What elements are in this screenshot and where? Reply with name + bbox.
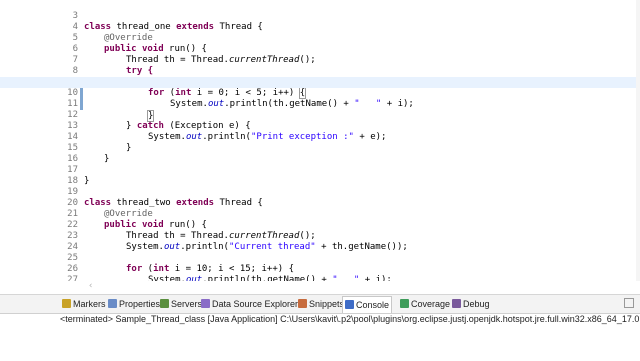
code-line[interactable]: 25 for (int i = 10; i < 15; i++) { xyxy=(0,242,640,274)
code-line[interactable]: 13 System.out.println("Print exception :… xyxy=(0,110,640,142)
view-tab-bar: Markers Properties Servers Data Source E… xyxy=(0,295,640,314)
current-line[interactable]: 10 } xyxy=(0,77,640,122)
code-line[interactable]: 19 class thread_two extends Thread { xyxy=(0,176,640,208)
code-line[interactable]: 26 System.out.println(th.getName() + " "… xyxy=(0,253,640,281)
code-editor[interactable]: 3 class thread_one extends Thread { 4 @O… xyxy=(0,0,640,281)
code-line[interactable]: 9 System.out.println(th.getName() + " " … xyxy=(0,66,640,109)
data-source-icon xyxy=(201,299,210,308)
properties-icon xyxy=(108,299,117,308)
tab-coverage[interactable]: Coverage xyxy=(398,297,452,311)
tab-debug[interactable]: Debug xyxy=(450,297,492,311)
code-line[interactable]: 20 @Override xyxy=(0,187,640,219)
code-line[interactable]: 23 System.out.println("Current thread" +… xyxy=(0,220,640,252)
code-line[interactable]: 7 try { xyxy=(0,44,640,76)
code-line[interactable]: 21 public void run() { xyxy=(0,198,640,230)
minimize-icon[interactable] xyxy=(624,298,634,308)
code-line[interactable]: 22 Thread th = Thread.currentThread(); xyxy=(0,209,640,241)
tab-properties[interactable]: Properties xyxy=(106,297,162,311)
coverage-icon xyxy=(400,299,409,308)
console-status-line: <terminated> Sample_Thread_class [Java A… xyxy=(60,314,640,324)
servers-icon xyxy=(160,299,169,308)
code-line[interactable]: 16 xyxy=(0,143,640,164)
code-line[interactable]: 6 Thread th = Thread.currentThread(); xyxy=(0,33,640,65)
code-line[interactable]: 4 @Override xyxy=(0,11,640,43)
code-line[interactable]: 17 } xyxy=(0,154,640,186)
code-line[interactable]: 27 } xyxy=(0,264,640,281)
tab-console[interactable]: Console xyxy=(342,296,393,313)
code-line[interactable]: 11 xyxy=(0,88,640,109)
line-number: 27 xyxy=(67,275,78,281)
code-line[interactable]: 3 class thread_one extends Thread { xyxy=(0,0,640,32)
markers-icon xyxy=(62,299,71,308)
tab-servers[interactable]: Servers xyxy=(158,297,204,311)
code-line[interactable]: 5 public void run() { xyxy=(0,22,640,54)
code-line[interactable]: 15 } xyxy=(0,132,640,164)
code-line[interactable]: 18 xyxy=(0,165,640,186)
tab-markers[interactable]: Markers xyxy=(60,297,108,311)
code-line[interactable]: 12 } catch (Exception e) { xyxy=(0,99,640,131)
editor-scrollbar[interactable] xyxy=(636,0,640,281)
snippets-icon xyxy=(298,299,307,308)
console-icon xyxy=(345,300,354,309)
code-line[interactable]: 14 } xyxy=(0,121,640,153)
code-line[interactable]: 8 for (int i = 0; i < 5; i++) { xyxy=(0,55,640,99)
debug-icon xyxy=(452,299,461,308)
tab-snippets[interactable]: Snippets xyxy=(296,297,346,311)
tab-data-source-explorer[interactable]: Data Source Explorer xyxy=(199,297,300,311)
scroll-left-icon[interactable]: ‹ xyxy=(88,281,93,291)
bottom-panel: Markers Properties Servers Data Source E… xyxy=(0,294,640,361)
code-line[interactable]: 24 xyxy=(0,231,640,252)
